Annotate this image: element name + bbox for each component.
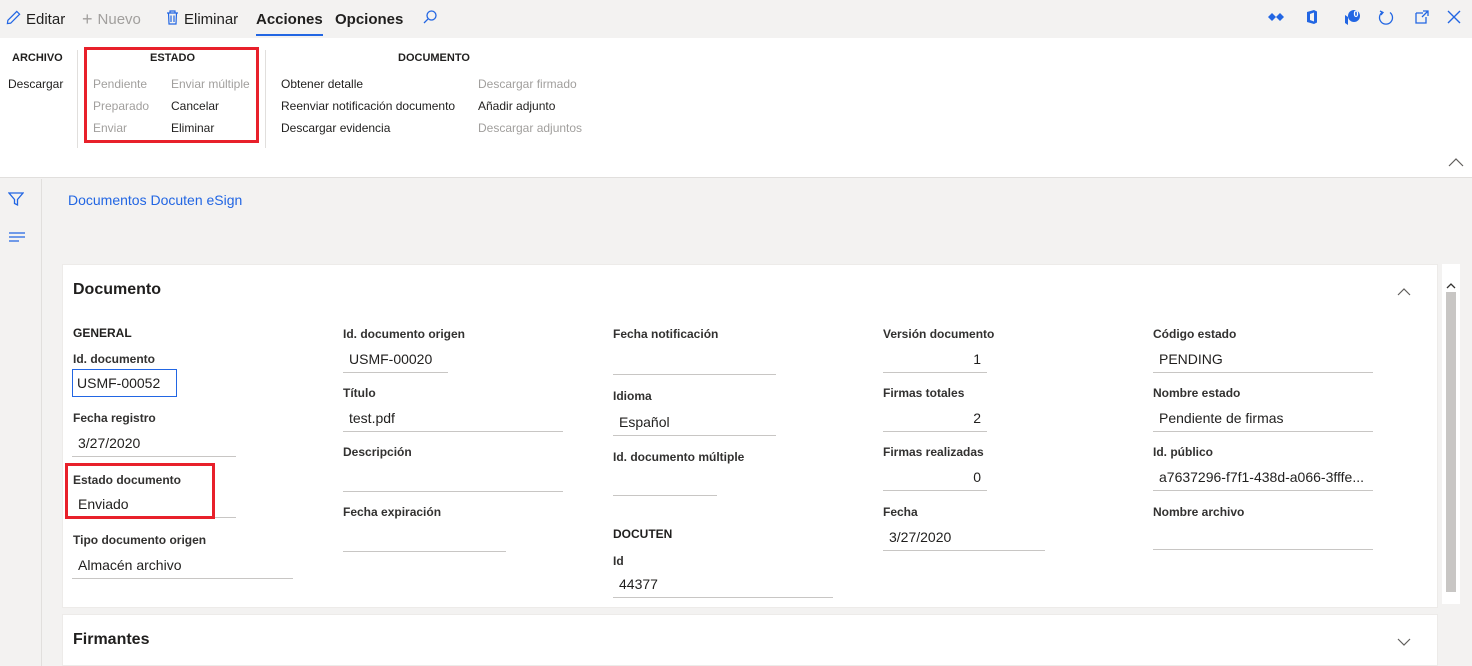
titulo-field[interactable]: test.pdf — [343, 406, 563, 432]
tipo-documento-origen-label: Tipo documento origen — [73, 533, 207, 547]
fecha-expiracion-field[interactable] — [343, 526, 506, 552]
codigo-estado-label: Código estado — [1153, 327, 1237, 341]
pencil-icon — [6, 10, 21, 29]
id-documento-multiple-field[interactable] — [613, 470, 717, 496]
page-title[interactable]: Documentos Docuten eSign — [68, 192, 242, 208]
ribbon-separator — [77, 50, 78, 148]
collapse-ribbon-icon[interactable] — [1448, 154, 1464, 170]
id-documento-label: Id. documento — [73, 352, 155, 366]
search-icon[interactable] — [420, 9, 440, 29]
firmas-realizadas-label: Firmas realizadas — [883, 445, 984, 459]
vertical-scrollbar[interactable] — [1442, 264, 1460, 604]
ribbon-resend-notification-button[interactable]: Reenviar notificación documento — [281, 99, 455, 113]
action-ribbon: ARCHIVO Descargar ESTADO Pendiente Prepa… — [0, 38, 1472, 178]
idioma-label: Idioma — [613, 389, 652, 403]
nombre-estado-field[interactable]: Pendiente de firmas — [1153, 406, 1373, 432]
plus-icon: + — [82, 8, 93, 29]
titulo-label: Título — [343, 386, 376, 400]
ribbon-add-attachment-button[interactable]: Añadir adjunto — [478, 99, 555, 113]
version-documento-field[interactable]: 1 — [883, 347, 987, 373]
ribbon-download-button[interactable]: Descargar — [8, 77, 63, 91]
close-icon[interactable] — [1444, 9, 1464, 29]
open-new-window-icon[interactable] — [1412, 9, 1432, 29]
section-title[interactable]: Documento — [73, 281, 161, 299]
nombre-archivo-label: Nombre archivo — [1153, 505, 1245, 519]
tipo-documento-origen-field[interactable]: Almacén archivo — [72, 553, 293, 579]
id-label: Id — [613, 554, 624, 568]
edit-button[interactable]: Editar — [6, 0, 65, 38]
scrollbar-thumb[interactable] — [1446, 292, 1456, 592]
refresh-icon[interactable] — [1376, 9, 1396, 29]
office-icon[interactable] — [1302, 9, 1322, 29]
documento-section: Documento GENERAL Id. documento USMF-000… — [62, 264, 1438, 608]
trash-icon — [166, 9, 179, 29]
highlight-box — [65, 463, 215, 519]
list-icon[interactable] — [8, 230, 26, 249]
section-title[interactable]: Firmantes — [73, 631, 149, 649]
id-publico-label: Id. público — [1153, 445, 1213, 459]
ribbon-group-archivo-header: ARCHIVO — [12, 52, 63, 64]
command-bar: Editar + Nuevo Eliminar Acciones Opcione… — [0, 0, 1472, 38]
diamond-icon[interactable] — [1266, 9, 1286, 29]
tab-options[interactable]: Opciones — [335, 0, 403, 38]
delete-button[interactable]: Eliminar — [166, 0, 238, 38]
docuten-header: DOCUTEN — [613, 527, 673, 541]
filter-icon[interactable] — [7, 191, 25, 212]
fecha-expiracion-label: Fecha expiración — [343, 505, 442, 519]
ribbon-download-attachments-button[interactable]: Descargar adjuntos — [478, 121, 582, 135]
version-documento-label: Versión documento — [883, 327, 995, 341]
ribbon-separator — [265, 50, 266, 148]
id-field[interactable]: 44377 — [613, 572, 833, 598]
ribbon-download-signed-button[interactable]: Descargar firmado — [478, 77, 577, 91]
id-documento-origen-field[interactable]: USMF-00020 — [343, 347, 448, 373]
idioma-field[interactable]: Español — [613, 410, 776, 436]
codigo-estado-field[interactable]: PENDING — [1153, 347, 1373, 373]
firmas-totales-label: Firmas totales — [883, 386, 965, 400]
fecha-registro-label: Fecha registro — [73, 411, 156, 425]
id-documento-origen-label: Id. documento origen — [343, 327, 465, 341]
nombre-archivo-field[interactable] — [1153, 524, 1373, 550]
new-button[interactable]: + Nuevo — [82, 0, 141, 38]
id-publico-field[interactable]: a7637296-f7f1-438d-a066-3fffe... — [1153, 465, 1373, 491]
ribbon-get-detail-button[interactable]: Obtener detalle — [281, 77, 363, 91]
id-documento-multiple-label: Id. documento múltiple — [613, 450, 745, 464]
general-header: GENERAL — [73, 326, 132, 340]
notification-count: 0 — [1353, 9, 1359, 19]
fecha-registro-field[interactable]: 3/27/2020 — [72, 431, 236, 457]
nombre-estado-label: Nombre estado — [1153, 386, 1241, 400]
descripcion-label: Descripción — [343, 445, 412, 459]
fecha-notificacion-field[interactable] — [613, 349, 776, 375]
id-documento-field[interactable]: USMF-00052 — [72, 369, 177, 397]
fecha-label: Fecha — [883, 505, 918, 519]
firmantes-section: Firmantes — [62, 614, 1438, 666]
fecha-notificacion-label: Fecha notificación — [613, 327, 719, 341]
collapse-section-icon[interactable] — [1397, 283, 1411, 299]
firmas-realizadas-field[interactable]: 0 — [883, 465, 987, 491]
fecha-field[interactable]: 3/27/2020 — [883, 525, 1045, 551]
descripcion-field[interactable] — [343, 466, 563, 492]
ribbon-download-evidence-button[interactable]: Descargar evidencia — [281, 121, 390, 135]
firmas-totales-field[interactable]: 2 — [883, 406, 987, 432]
expand-section-icon[interactable] — [1397, 634, 1411, 650]
tab-actions[interactable]: Acciones — [256, 0, 323, 38]
ribbon-group-documento-header: DOCUMENTO — [398, 52, 470, 64]
highlight-box — [84, 47, 259, 143]
left-rail — [0, 179, 42, 666]
